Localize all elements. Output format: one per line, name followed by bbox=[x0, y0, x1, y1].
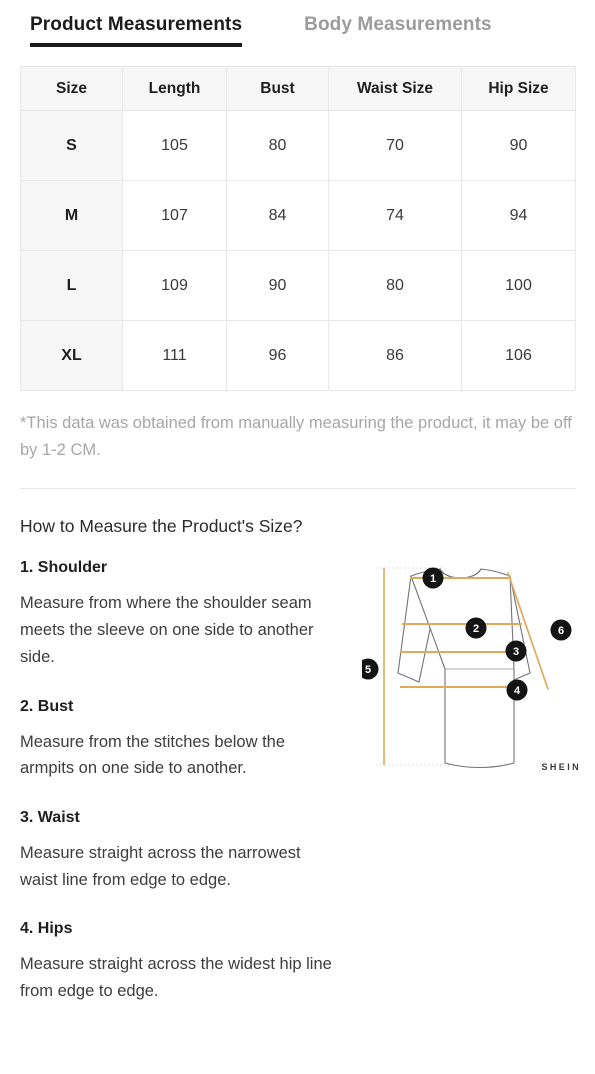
svg-text:5: 5 bbox=[365, 664, 371, 676]
measurement-steps: 1. Shoulder Measure from where the shoul… bbox=[20, 559, 365, 1004]
cell-length: 109 bbox=[122, 250, 227, 321]
svg-text:3: 3 bbox=[513, 646, 519, 658]
table-row: S 105 80 70 90 bbox=[20, 110, 576, 181]
cell-bust: 80 bbox=[226, 110, 329, 181]
step-title: 2. Bust bbox=[20, 697, 74, 715]
how-to-measure-content: 1. Shoulder Measure from where the shoul… bbox=[0, 559, 595, 1004]
size-table-container: Size Length Bust Waist Size Hip Size S 1… bbox=[20, 66, 576, 391]
step-description: Measure from where the shoulder seam mee… bbox=[20, 594, 314, 666]
cell-waist: 70 bbox=[328, 110, 462, 181]
cell-size: M bbox=[20, 180, 123, 251]
tab-body-measurements[interactable]: Body Measurements bbox=[304, 14, 492, 47]
svg-text:6: 6 bbox=[558, 625, 564, 637]
cell-length: 107 bbox=[122, 180, 227, 251]
cell-hip: 90 bbox=[461, 110, 576, 181]
column-header-waist: Waist Size bbox=[328, 66, 462, 111]
column-header-length: Length bbox=[122, 66, 227, 111]
dress-measurement-diagram: 1 2 3 4 5 6 SHEIN bbox=[362, 551, 587, 783]
step-description: Measure from the stitches below the armp… bbox=[20, 732, 286, 778]
how-to-measure-heading: How to Measure the Product's Size? bbox=[20, 516, 303, 537]
size-chart-table: Size Length Bust Waist Size Hip Size S 1… bbox=[20, 66, 576, 391]
cell-waist: 74 bbox=[328, 180, 462, 251]
cell-bust: 96 bbox=[226, 320, 329, 391]
marker-1: 1 bbox=[422, 567, 444, 589]
step-description: Measure straight across the narrowest wa… bbox=[20, 844, 301, 889]
step-title: 4. Hips bbox=[20, 920, 73, 938]
cell-bust: 90 bbox=[226, 250, 329, 321]
tab-product-measurements[interactable]: Product Measurements bbox=[30, 14, 243, 47]
step-description: Measure straight across the widest hip l… bbox=[20, 955, 332, 1001]
step-bust: 2. Bust Measure from the stitches below … bbox=[20, 698, 365, 782]
shein-watermark: SHEIN bbox=[541, 762, 581, 773]
table-header-row: Size Length Bust Waist Size Hip Size bbox=[20, 66, 576, 111]
table-header: Size Length Bust Waist Size Hip Size bbox=[20, 66, 576, 111]
marker-2: 2 bbox=[465, 617, 487, 639]
cell-hip: 106 bbox=[461, 320, 576, 391]
cell-length: 105 bbox=[122, 110, 227, 181]
measurement-disclaimer: *This data was obtained from manually me… bbox=[20, 414, 572, 459]
step-shoulder: 1. Shoulder Measure from where the shoul… bbox=[20, 559, 365, 670]
step-waist: 3. Waist Measure straight across the nar… bbox=[20, 809, 365, 893]
cell-size: XL bbox=[20, 320, 123, 391]
marker-3: 3 bbox=[505, 640, 527, 662]
column-header-bust: Bust bbox=[226, 66, 329, 111]
table-row: L 109 90 80 100 bbox=[20, 250, 576, 321]
table-row: M 107 84 74 94 bbox=[20, 180, 576, 251]
garment-outline bbox=[397, 568, 531, 769]
cell-bust: 84 bbox=[226, 180, 329, 251]
column-header-hip: Hip Size bbox=[461, 66, 576, 111]
cell-waist: 80 bbox=[328, 250, 462, 321]
step-title: 1. Shoulder bbox=[20, 559, 108, 577]
table-body: S 105 80 70 90 M 107 84 74 94 L 109 90 8… bbox=[20, 110, 576, 391]
cell-length: 111 bbox=[122, 320, 227, 391]
column-header-size: Size bbox=[20, 66, 123, 111]
step-title: 3. Waist bbox=[20, 809, 80, 827]
table-row: XL 111 96 86 106 bbox=[20, 320, 576, 391]
svg-text:1: 1 bbox=[430, 573, 436, 585]
svg-text:2: 2 bbox=[473, 623, 479, 635]
cell-hip: 94 bbox=[461, 180, 576, 251]
cell-hip: 100 bbox=[461, 250, 576, 321]
marker-4: 4 bbox=[506, 679, 528, 701]
marker-6: 6 bbox=[550, 619, 572, 641]
cell-waist: 86 bbox=[328, 320, 462, 391]
cell-size: L bbox=[20, 250, 123, 321]
step-hips: 4. Hips Measure straight across the wide… bbox=[20, 920, 365, 1004]
measurement-tabs: Product Measurements Body Measurements bbox=[0, 0, 595, 60]
cell-size: S bbox=[20, 110, 123, 181]
section-divider bbox=[20, 488, 576, 490]
svg-text:4: 4 bbox=[514, 685, 521, 697]
marker-5: 5 bbox=[362, 658, 379, 680]
